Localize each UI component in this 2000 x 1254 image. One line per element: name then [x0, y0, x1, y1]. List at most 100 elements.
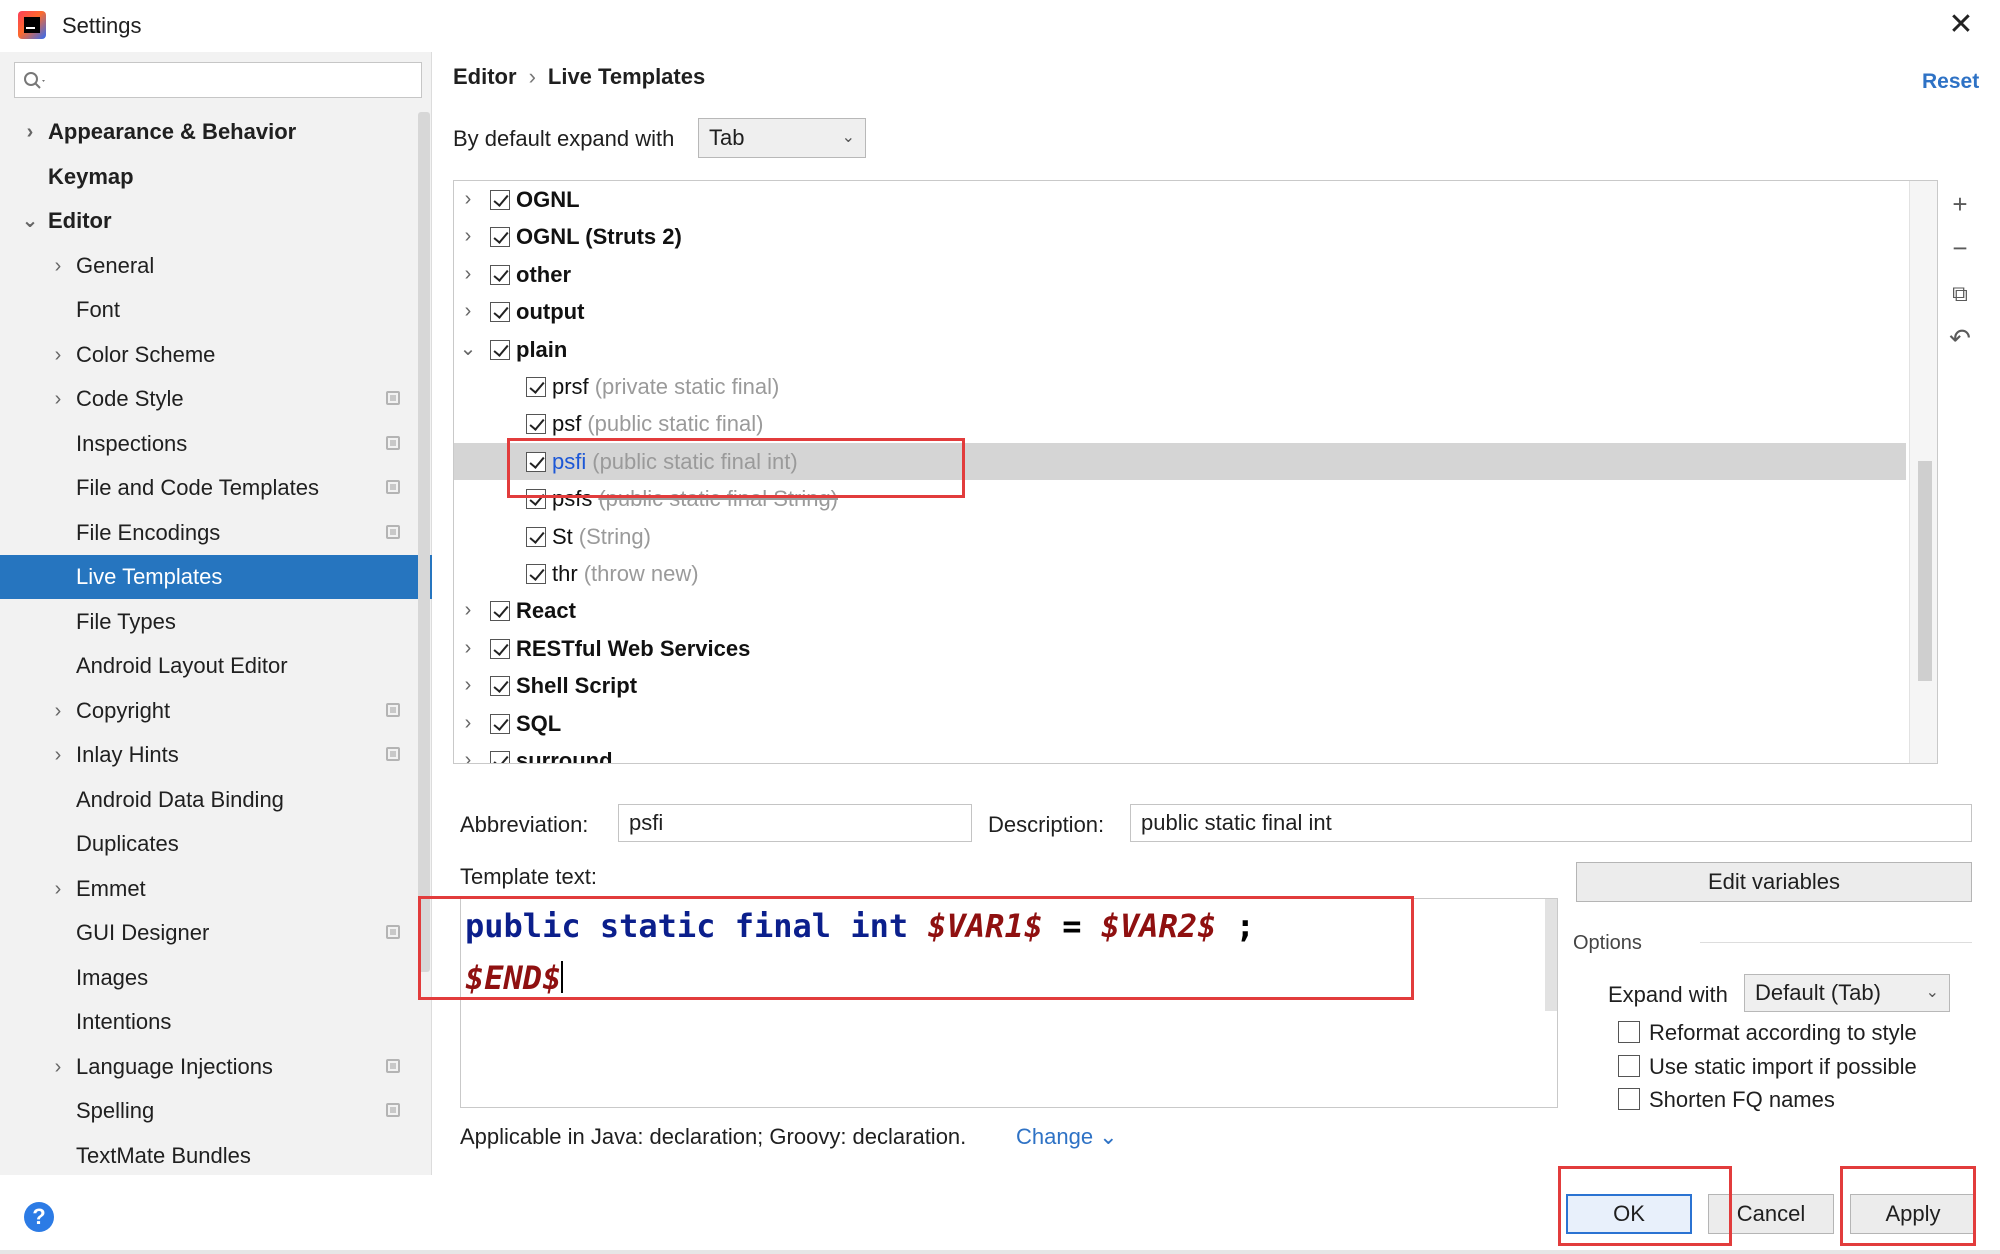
reformat-label[interactable]: Reformat according to style — [1649, 1020, 1917, 1046]
chevron-right-icon[interactable]: › — [458, 705, 478, 742]
sidebar-scrollbar[interactable] — [418, 112, 430, 972]
template-row[interactable]: psfs (public static final String) — [454, 480, 1934, 517]
chevron-right-icon[interactable]: › — [458, 293, 478, 330]
template-checkbox[interactable] — [490, 676, 510, 697]
sidebar-item[interactable]: › Inlay Hints — [0, 733, 420, 777]
template-group-row[interactable]: › RESTful Web Services — [454, 630, 1934, 667]
template-checkbox[interactable] — [490, 601, 510, 622]
settings-search-input[interactable] — [14, 62, 422, 98]
change-context-link[interactable]: Change ⌄ — [1016, 1124, 1118, 1150]
template-checkbox[interactable] — [490, 339, 510, 360]
template-text-editor[interactable]: public static final int $VAR1$ = $VAR2$ … — [460, 898, 1558, 1108]
template-checkbox[interactable] — [526, 489, 546, 510]
reformat-checkbox[interactable] — [1618, 1021, 1640, 1043]
chevron-right-icon[interactable]: › — [458, 667, 478, 704]
template-checkbox[interactable] — [490, 190, 510, 210]
static-import-label[interactable]: Use static import if possible — [1649, 1054, 1917, 1080]
sidebar-item[interactable]: TextMate Bundles — [0, 1134, 420, 1178]
template-checkbox[interactable] — [490, 227, 510, 248]
chevron-right-icon[interactable]: › — [458, 630, 478, 667]
template-text-scrollbar[interactable] — [1545, 899, 1557, 1011]
add-icon[interactable]: + — [1942, 186, 1978, 222]
sidebar-item[interactable]: Duplicates — [0, 822, 420, 866]
template-group-row[interactable]: › SQL — [454, 705, 1934, 742]
template-group-row[interactable]: › other — [454, 256, 1934, 293]
chevron-right-icon[interactable]: › — [48, 1045, 68, 1089]
template-group-row[interactable]: › surround — [454, 742, 1934, 763]
default-expand-select[interactable]: Tab ⌄ — [698, 118, 866, 158]
templates-scrollbar[interactable] — [1909, 181, 1937, 763]
ok-button[interactable]: OK — [1566, 1194, 1692, 1234]
template-row[interactable]: psf (public static final) — [454, 405, 1934, 442]
sidebar-item[interactable]: File and Code Templates — [0, 466, 420, 510]
chevron-right-icon[interactable]: › — [458, 592, 478, 629]
sidebar-item[interactable]: ⌄ Editor — [0, 199, 420, 243]
template-row[interactable]: psfi (public static final int) — [454, 442, 1906, 480]
scrollbar-thumb[interactable] — [1918, 461, 1932, 681]
shorten-fq-checkbox[interactable] — [1618, 1088, 1640, 1110]
template-row[interactable]: thr (throw new) — [454, 555, 1934, 592]
sidebar-item[interactable]: › Code Style — [0, 377, 420, 421]
cancel-button[interactable]: Cancel — [1708, 1194, 1834, 1234]
sidebar-item[interactable]: Spelling — [0, 1089, 420, 1133]
template-checkbox[interactable] — [490, 302, 510, 323]
template-checkbox[interactable] — [490, 713, 510, 734]
sidebar-item[interactable]: Android Data Binding — [0, 778, 420, 822]
sidebar-item[interactable]: › Color Scheme — [0, 333, 420, 377]
sidebar-item[interactable]: › Copyright — [0, 689, 420, 733]
chevron-right-icon[interactable]: › — [48, 244, 68, 288]
sidebar-item[interactable]: › Emmet — [0, 867, 420, 911]
sidebar-item[interactable]: File Encodings — [0, 511, 420, 555]
template-group-row[interactable]: › Shell Script — [454, 667, 1934, 704]
chevron-right-icon[interactable]: › — [48, 867, 68, 911]
help-icon[interactable]: ? — [24, 1202, 54, 1232]
sidebar-item[interactable]: Keymap — [0, 155, 420, 199]
close-icon[interactable]: ✕ — [1944, 8, 1978, 42]
chevron-right-icon[interactable]: › — [48, 733, 68, 777]
remove-icon[interactable]: − — [1942, 230, 1978, 266]
chevron-right-icon[interactable]: › — [458, 181, 478, 218]
shorten-fq-label[interactable]: Shorten FQ names — [1649, 1087, 1835, 1113]
breadcrumb-editor[interactable]: Editor — [453, 64, 517, 89]
reset-link[interactable]: Reset — [1922, 70, 1979, 94]
chevron-right-icon[interactable]: › — [458, 742, 478, 763]
chevron-right-icon[interactable]: › — [458, 256, 478, 293]
template-row[interactable]: prsf (private static final) — [454, 368, 1934, 405]
sidebar-item[interactable]: Android Layout Editor — [0, 644, 420, 688]
chevron-right-icon[interactable]: › — [48, 333, 68, 377]
chevron-right-icon[interactable]: › — [48, 689, 68, 733]
template-group-row[interactable]: ⌄ plain — [454, 331, 1934, 368]
expand-with-select[interactable]: Default (Tab) ⌄ — [1744, 974, 1950, 1012]
chevron-down-icon[interactable]: ⌄ — [458, 331, 478, 368]
template-group-row[interactable]: › OGNL (Struts 2) — [454, 218, 1934, 255]
sidebar-item[interactable]: File Types — [0, 600, 420, 644]
edit-variables-button[interactable]: Edit variables — [1576, 862, 1972, 902]
template-checkbox[interactable] — [490, 264, 510, 285]
restore-icon[interactable]: ↶ — [1942, 320, 1978, 356]
template-checkbox[interactable] — [490, 751, 510, 763]
sidebar-item[interactable]: Live Templates — [0, 555, 432, 599]
chevron-right-icon[interactable]: › — [20, 110, 40, 154]
sidebar-item[interactable]: › Language Injections — [0, 1045, 420, 1089]
static-import-checkbox[interactable] — [1618, 1055, 1640, 1077]
template-checkbox[interactable] — [526, 564, 546, 584]
sidebar-item[interactable]: Images — [0, 956, 420, 1000]
sidebar-item[interactable]: GUI Designer — [0, 911, 420, 955]
description-field[interactable]: public static final int — [1130, 804, 1972, 842]
template-row[interactable]: St (String) — [454, 518, 1934, 555]
sidebar-item[interactable]: › General — [0, 244, 420, 288]
template-checkbox[interactable] — [526, 451, 546, 472]
template-checkbox[interactable] — [526, 377, 546, 397]
template-checkbox[interactable] — [490, 638, 510, 659]
apply-button[interactable]: Apply — [1850, 1194, 1976, 1234]
template-checkbox[interactable] — [526, 414, 546, 435]
template-group-row[interactable]: › OGNL — [454, 181, 1934, 218]
template-group-row[interactable]: › output — [454, 293, 1934, 330]
chevron-down-icon[interactable]: ⌄ — [20, 199, 40, 243]
sidebar-item[interactable]: › Appearance & Behavior — [0, 110, 420, 154]
chevron-right-icon[interactable]: › — [48, 377, 68, 421]
sidebar-item[interactable]: Inspections — [0, 422, 420, 466]
template-checkbox[interactable] — [526, 526, 546, 547]
template-group-row[interactable]: › React — [454, 592, 1934, 629]
abbreviation-field[interactable]: psfi — [618, 804, 972, 842]
